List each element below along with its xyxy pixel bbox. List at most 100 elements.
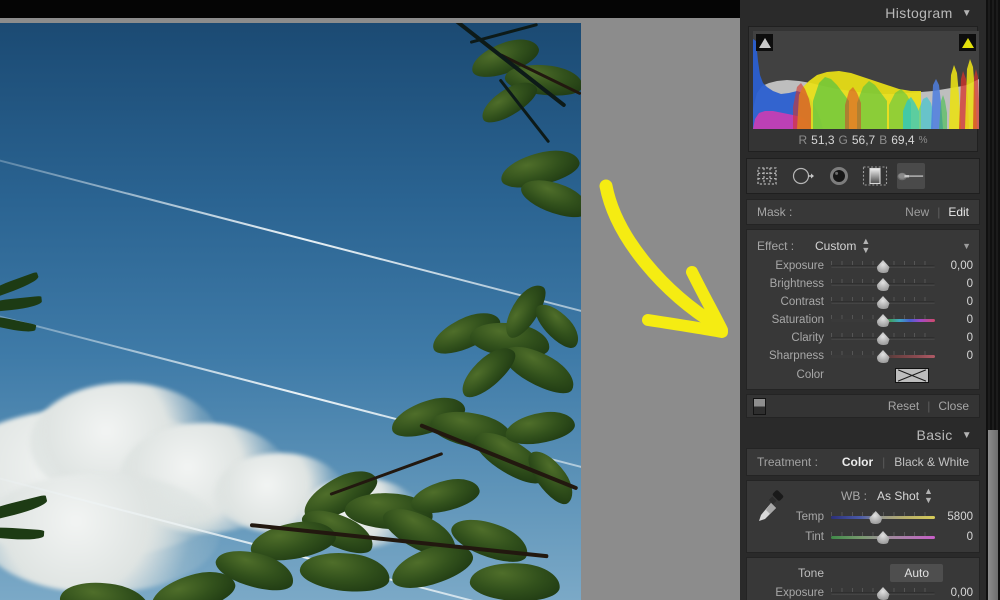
adjustment-brush-tool[interactable] bbox=[897, 163, 925, 189]
tint-slider-value: 0 bbox=[966, 531, 973, 543]
tint-slider[interactable] bbox=[831, 530, 935, 544]
crop-overlay-tool[interactable] bbox=[753, 163, 781, 189]
exposure-slider[interactable] bbox=[831, 259, 935, 273]
highlight-clipping-indicator[interactable] bbox=[959, 34, 976, 51]
histogram-graph bbox=[753, 39, 979, 129]
effect-value[interactable]: Custom bbox=[815, 239, 856, 253]
effect-row: Effect : Custom ▲ ▼ ▼ bbox=[747, 235, 979, 257]
g-value: 56,7 bbox=[851, 133, 876, 147]
sky-with-tree-and-wires-photo[interactable] bbox=[0, 23, 581, 600]
histogram-container: R 51,3 G 56,7 B 69,4 % bbox=[748, 26, 979, 152]
stepper-updown-icon[interactable]: ▲ ▼ bbox=[861, 237, 870, 255]
histogram-title: Histogram bbox=[885, 5, 953, 21]
tint-row: Tint 0 bbox=[747, 527, 979, 547]
tint-slider-label: Tint bbox=[805, 531, 824, 543]
temp-slider-value: 5800 bbox=[947, 511, 973, 523]
develop-tool-strip bbox=[746, 158, 980, 194]
b-label: B bbox=[879, 133, 888, 147]
image-work-area[interactable] bbox=[0, 18, 740, 600]
mask-label: Mask : bbox=[757, 205, 793, 219]
shadow-clipping-indicator[interactable] bbox=[756, 34, 773, 51]
saturation-slider-value: 0 bbox=[966, 314, 973, 326]
graduated-rectangle-icon bbox=[862, 166, 888, 186]
spot-circle-icon bbox=[792, 167, 814, 185]
lightroom-develop-window: Histogram ▼ R 51,3 G 56,7 B 69,4 % Mask … bbox=[0, 0, 1000, 600]
stepper-updown-icon[interactable]: ▲ ▼ bbox=[924, 487, 933, 505]
crop-grid-icon bbox=[757, 167, 777, 185]
triangle-down-icon[interactable]: ▼ bbox=[962, 8, 972, 19]
tone-exposure-label: Exposure bbox=[775, 587, 824, 599]
b-value: 69,4 bbox=[891, 133, 915, 147]
separator: | bbox=[937, 205, 941, 219]
saturation-slider-label: Saturation bbox=[771, 314, 824, 326]
contrast-slider[interactable] bbox=[831, 295, 935, 309]
eyedropper-icon[interactable] bbox=[757, 489, 787, 523]
triangle-down-icon[interactable]: ▼ bbox=[962, 430, 972, 441]
brush-close-button[interactable]: Close bbox=[938, 399, 969, 413]
histogram-panel-header[interactable]: Histogram ▼ bbox=[746, 0, 980, 26]
white-balance-section: WB : As Shot ▲ ▼ Temp 5800 Tint 0 bbox=[746, 480, 980, 553]
r-value: 51,3 bbox=[811, 133, 835, 147]
red-eye-icon bbox=[830, 167, 848, 185]
treatment-label: Treatment : bbox=[757, 455, 818, 469]
percent-unit: % bbox=[918, 134, 928, 146]
mask-edit-button[interactable]: Edit bbox=[948, 205, 969, 219]
triangle-down-icon[interactable]: ▼ bbox=[962, 241, 971, 251]
panel-scrollbar-track[interactable] bbox=[986, 0, 1000, 600]
panel-scrollbar-thumb[interactable] bbox=[988, 430, 998, 600]
tone-exposure-value: 0,00 bbox=[950, 587, 973, 599]
no-color-swatch-icon[interactable] bbox=[895, 367, 929, 383]
effect-label: Effect : bbox=[757, 239, 795, 253]
clarity-slider-value: 0 bbox=[966, 332, 973, 344]
yellow-arrow-annotation bbox=[599, 179, 728, 338]
saturation-slider[interactable] bbox=[831, 313, 935, 327]
sharpness-slider[interactable] bbox=[831, 349, 935, 363]
slider-row: Clarity 0 bbox=[747, 329, 979, 347]
tone-exposure-slider[interactable] bbox=[831, 586, 935, 600]
color-label: Color bbox=[796, 369, 824, 381]
tone-label: Tone bbox=[797, 566, 824, 580]
histogram-plot[interactable] bbox=[753, 31, 979, 129]
treatment-row: Treatment : Color | Black & White bbox=[746, 448, 980, 476]
tone-header: Tone Auto bbox=[747, 562, 979, 584]
treatment-color-button[interactable]: Color bbox=[842, 455, 873, 469]
brightness-slider-value: 0 bbox=[966, 278, 973, 290]
mask-overlay-toggle-icon[interactable] bbox=[753, 397, 766, 415]
basic-title: Basic bbox=[916, 427, 953, 443]
right-panel: Histogram ▼ R 51,3 G 56,7 B 69,4 % Mask … bbox=[740, 0, 1000, 600]
slider-row: Contrast 0 bbox=[747, 293, 979, 311]
color-row: Color bbox=[747, 365, 979, 385]
mask-row: Mask : New | Edit bbox=[746, 199, 980, 225]
wb-label: WB : bbox=[841, 489, 867, 503]
auto-tone-button[interactable]: Auto bbox=[890, 564, 943, 582]
wb-value[interactable]: As Shot bbox=[877, 489, 919, 503]
tone-section: Tone Auto Exposure 0,00 bbox=[746, 557, 980, 600]
graduated-filter-tool[interactable] bbox=[861, 163, 889, 189]
brush-icon bbox=[897, 172, 924, 181]
clarity-slider-label: Clarity bbox=[791, 332, 824, 344]
brush-footer: Reset | Close bbox=[746, 394, 980, 418]
sharpness-slider-value: 0 bbox=[966, 350, 973, 362]
brightness-slider-label: Brightness bbox=[769, 278, 824, 290]
mask-new-button[interactable]: New bbox=[905, 205, 929, 219]
palm-frond bbox=[0, 295, 43, 314]
slider-row: Brightness 0 bbox=[747, 275, 979, 293]
temp-slider[interactable] bbox=[831, 510, 935, 524]
brightness-slider[interactable] bbox=[831, 277, 935, 291]
slider-row: Exposure 0,00 bbox=[747, 257, 979, 275]
slider-row: Sharpness 0 bbox=[747, 347, 979, 365]
spot-removal-tool[interactable] bbox=[789, 163, 817, 189]
clarity-slider[interactable] bbox=[831, 331, 935, 345]
brush-reset-button[interactable]: Reset bbox=[888, 399, 919, 413]
overhead-wire bbox=[0, 157, 581, 319]
sharpness-slider-label: Sharpness bbox=[769, 350, 824, 362]
histogram-rgb-readout: R 51,3 G 56,7 B 69,4 % bbox=[753, 129, 973, 151]
treatment-black-and-white-button[interactable]: Black & White bbox=[894, 455, 969, 469]
contrast-slider-value: 0 bbox=[966, 296, 973, 308]
r-label: R bbox=[798, 133, 808, 147]
contrast-slider-label: Contrast bbox=[780, 296, 824, 308]
brush-effect-panel: Effect : Custom ▲ ▼ ▼ Exposure 0,00 Brigh… bbox=[746, 229, 980, 390]
basic-panel-header[interactable]: Basic ▼ bbox=[746, 422, 980, 448]
red-eye-tool[interactable] bbox=[825, 163, 853, 189]
separator: | bbox=[882, 455, 886, 469]
